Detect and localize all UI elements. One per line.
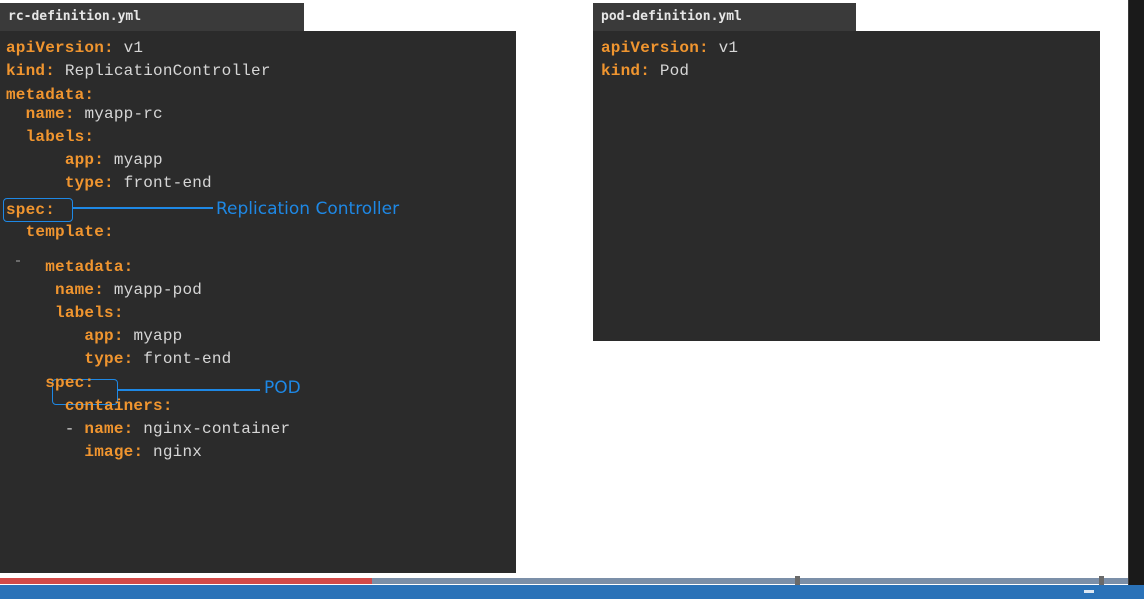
yaml-key: kind (6, 62, 46, 80)
code-line: name: myapp-rc (6, 104, 163, 124)
yaml-value: front-end (143, 350, 232, 368)
yaml-key: spec (6, 201, 46, 219)
yaml-key: type (64, 174, 105, 192)
pod-label: POD (264, 378, 301, 398)
yaml-separator: : (162, 397, 173, 415)
yaml-value: myapp-rc (84, 105, 163, 123)
yaml-separator: : (133, 443, 154, 461)
code-line: spec: (6, 373, 94, 393)
video-progress-played (0, 578, 373, 584)
code-line: apiVersion: v1 (601, 38, 738, 58)
yaml-value: myapp (133, 327, 183, 345)
yaml-separator: : (640, 62, 660, 80)
code-line: metadata: (6, 85, 94, 105)
side-panel-edge (1128, 0, 1144, 585)
yaml-value: Pod (659, 62, 690, 80)
yaml-key: labels (55, 304, 114, 322)
player-control-icon[interactable] (1084, 590, 1094, 593)
code-line: labels: (6, 127, 94, 147)
yaml-key: image (84, 443, 134, 461)
yaml-key: containers (64, 397, 163, 415)
yaml-key: name (55, 281, 95, 299)
yaml-separator: : (64, 105, 85, 123)
code-line: image: nginx (6, 442, 202, 462)
code-line: app: myapp (6, 326, 182, 346)
code-line: labels: (6, 303, 124, 323)
yaml-separator: : (104, 174, 124, 192)
replication-controller-label: Replication Controller (216, 199, 400, 219)
yaml-key: app (84, 327, 114, 345)
yaml-key: labels (25, 128, 85, 146)
code-line: apiVersion: v1 (6, 38, 143, 58)
yaml-separator: : (123, 420, 144, 438)
yaml-key: metadata (45, 258, 124, 276)
code-line: spec: (6, 200, 55, 220)
code-line: name: myapp-pod (6, 280, 202, 300)
yaml-value: myapp (113, 151, 163, 169)
yaml-separator: : (94, 281, 114, 299)
yaml-separator: : (84, 374, 95, 392)
yaml-separator: : (113, 304, 124, 322)
code-line: type: front-end (6, 173, 212, 193)
yaml-value: v1 (123, 39, 144, 57)
yaml-separator: : (84, 86, 95, 104)
yaml-key: app (64, 151, 95, 169)
code-line: kind: ReplicationController (6, 61, 271, 81)
code-line: template: (6, 222, 114, 242)
yaml-value: nginx-container (143, 420, 291, 438)
code-line: kind: Pod (601, 61, 689, 81)
yaml-separator: : (699, 39, 719, 57)
code-line: app: myapp (6, 150, 163, 170)
yaml-key: name (25, 105, 65, 123)
yaml-value: nginx (153, 443, 203, 461)
yaml-key: spec (45, 374, 85, 392)
code-line: type: front-end (6, 349, 231, 369)
yaml-value: v1 (718, 39, 739, 57)
yaml-key: kind (601, 62, 641, 80)
code-line: metadata: (6, 257, 133, 277)
pod-definition-tab[interactable]: pod-definition.yml (593, 3, 856, 31)
code-line: - name: nginx-container (6, 419, 290, 439)
yaml-separator: : (104, 223, 114, 241)
pod-spec-connector-line (118, 389, 260, 391)
yaml-separator: : (123, 350, 144, 368)
yaml-separator: : (94, 151, 114, 169)
yaml-value: front-end (123, 174, 212, 192)
rc-spec-connector-line (73, 207, 213, 209)
yaml-separator: : (113, 327, 134, 345)
yaml-key: apiVersion (6, 39, 105, 57)
yaml-separator: : (45, 62, 65, 80)
rc-definition-tab[interactable]: rc-definition.yml (0, 3, 304, 31)
yaml-key: template (25, 223, 105, 241)
video-progress-bar[interactable] (0, 578, 1128, 584)
line-indent: - (6, 420, 85, 438)
yaml-separator: : (123, 258, 134, 276)
yaml-separator: : (84, 128, 95, 146)
player-control-bar (0, 585, 1144, 599)
yaml-key: metadata (6, 86, 85, 104)
yaml-separator: : (45, 201, 56, 219)
yaml-value: myapp-pod (113, 281, 203, 299)
yaml-key: name (84, 420, 124, 438)
yaml-key: type (84, 350, 124, 368)
yaml-value: ReplicationController (64, 62, 271, 80)
yaml-separator: : (104, 39, 124, 57)
yaml-key: apiVersion (601, 39, 700, 57)
code-line: containers: (6, 396, 173, 416)
